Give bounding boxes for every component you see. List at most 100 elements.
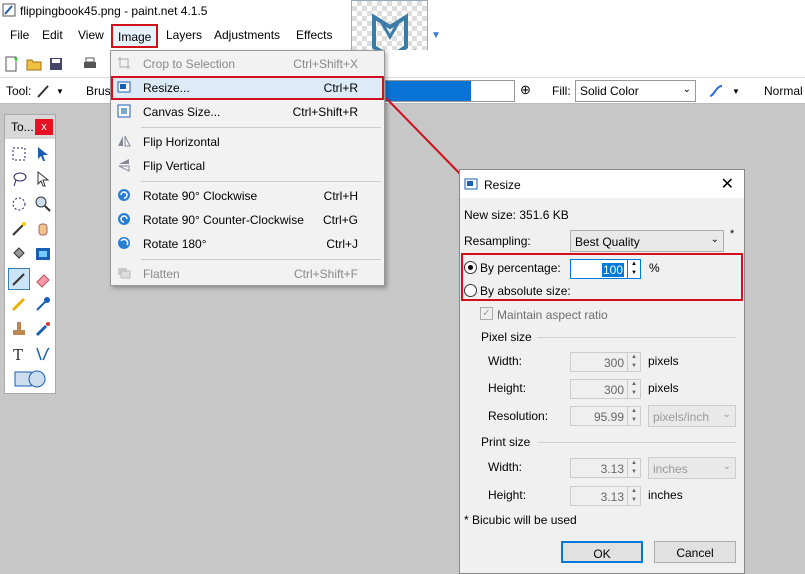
fill-select-value: Solid Color — [580, 84, 639, 98]
resampling-select[interactable]: Best Quality ⌄ — [570, 230, 724, 252]
menu-item-label: Rotate 180° — [143, 237, 207, 251]
tool-dropdown-icon[interactable]: ▼ — [56, 87, 64, 96]
height-unit: pixels — [648, 381, 679, 395]
tools-window-header[interactable]: To... x — [5, 115, 55, 139]
menu-item-shortcut: Ctrl+H — [323, 189, 358, 203]
menu-image[interactable]: Image — [111, 24, 159, 48]
print-width-spinner-icon[interactable]: ▲ ▼ — [627, 459, 640, 477]
fill-select[interactable]: Solid Color ⌄ — [575, 80, 696, 102]
menu-item-flip-horizontal[interactable]: Flip Horizontal — [111, 130, 384, 154]
menu-item-rotate-90-ccw[interactable]: Rotate 90° Counter-Clockwise Ctrl+G — [111, 208, 384, 232]
hardness-slider[interactable] — [385, 80, 515, 102]
menu-item-shortcut: Ctrl+R — [323, 81, 358, 95]
paint-bucket-icon[interactable] — [10, 245, 28, 263]
eraser-icon[interactable] — [34, 270, 52, 288]
clone-stamp-icon[interactable] — [10, 320, 28, 338]
ellipse-select-icon[interactable] — [10, 195, 28, 213]
print-icon[interactable] — [82, 56, 98, 72]
move-selected-icon[interactable] — [34, 170, 52, 188]
width-spinner-icon[interactable]: ▲ ▼ — [627, 353, 640, 371]
height-input[interactable]: 300 ▲ ▼ — [570, 379, 641, 399]
width-input[interactable]: 300 ▲ ▼ — [570, 352, 641, 372]
chevron-down-icon: ⌄ — [710, 234, 719, 245]
chevron-down-icon: ⌄ — [722, 409, 731, 420]
menu-layers[interactable]: Layers — [166, 28, 202, 42]
maintain-aspect-label: Maintain aspect ratio — [497, 308, 608, 322]
menu-adjustments[interactable]: Adjustments — [214, 28, 280, 42]
height-label: Height: — [488, 381, 527, 395]
menu-item-shortcut: Ctrl+Shift+F — [293, 267, 358, 281]
resolution-spinner-icon[interactable]: ▲ ▼ — [627, 407, 640, 425]
cancel-button[interactable]: Cancel — [654, 541, 736, 563]
menu-view[interactable]: View — [78, 28, 104, 42]
maintain-aspect-checkbox[interactable]: ✓ — [480, 307, 493, 320]
menu-item-rotate-90-cw[interactable]: Rotate 90° Clockwise Ctrl+H — [111, 184, 384, 208]
menu-edit[interactable]: Edit — [42, 28, 63, 42]
print-width-input[interactable]: 3.13 ▲ ▼ — [570, 458, 641, 478]
canvas-size-icon — [117, 104, 131, 118]
resize-icon — [117, 81, 131, 93]
print-height-spinner-icon[interactable]: ▲ ▼ — [627, 487, 640, 505]
print-unit-select[interactable]: inches ⌄ — [648, 457, 736, 479]
bicubic-footnote: * Bicubic will be used — [464, 513, 577, 527]
line-curve-icon[interactable] — [34, 345, 52, 363]
menu-item-flatten[interactable]: Flatten Ctrl+Shift+F — [111, 262, 384, 286]
gradient-icon[interactable] — [34, 245, 52, 263]
lasso-select-icon[interactable] — [10, 170, 28, 188]
new-size-text: New size: 351.6 KB — [464, 208, 569, 222]
pencil-icon[interactable] — [10, 295, 28, 313]
pan-hand-icon[interactable] — [34, 220, 52, 238]
menu-item-label: Canvas Size... — [143, 105, 221, 119]
resampling-select-value: Best Quality — [575, 235, 640, 249]
resize-dialog-titlebar[interactable]: Resize ✕ — [460, 170, 744, 198]
menu-separator — [141, 259, 381, 260]
new-file-icon[interactable] — [4, 56, 20, 72]
menu-item-rotate-180[interactable]: Rotate 180° Ctrl+J — [111, 232, 384, 256]
menu-item-resize[interactable]: Resize... Ctrl+R — [111, 76, 384, 100]
resolution-input[interactable]: 95.99 ▲ ▼ — [570, 406, 641, 426]
menu-item-label: Flatten — [143, 267, 180, 281]
chevron-down-icon: ⌄ — [682, 84, 691, 95]
menu-separator — [141, 127, 381, 128]
antialias-icon[interactable]: ⊕ — [520, 82, 531, 98]
menu-file[interactable]: File — [10, 28, 29, 42]
curve-dropdown-icon[interactable]: ▼ — [732, 87, 740, 96]
height-spinner-icon[interactable]: ▲ ▼ — [627, 380, 640, 398]
print-height-input[interactable]: 3.13 ▲ ▼ — [570, 486, 641, 506]
blend-mode-label[interactable]: Normal — [764, 84, 803, 98]
fill-label: Fill: — [552, 84, 571, 98]
resolution-value: 95.99 — [593, 410, 624, 424]
resize-dialog-icon — [464, 178, 478, 190]
menu-effects[interactable]: Effects — [296, 28, 332, 42]
menu-item-label: Resize... — [143, 81, 190, 95]
move-selection-icon[interactable] — [34, 145, 52, 163]
rectangle-select-icon[interactable] — [10, 145, 28, 163]
magic-wand-icon[interactable] — [10, 220, 28, 238]
close-icon[interactable]: x — [35, 119, 53, 135]
color-picker-icon[interactable] — [34, 295, 52, 313]
curve-icon[interactable] — [708, 83, 724, 99]
recolor-icon[interactable] — [34, 320, 52, 338]
resolution-unit-select[interactable]: pixels/inch ⌄ — [648, 405, 736, 427]
save-icon[interactable] — [48, 56, 64, 72]
menu-item-label: Rotate 90° Clockwise — [143, 189, 258, 203]
paintbrush-tool-icon[interactable] — [36, 83, 52, 99]
zoom-icon[interactable] — [34, 195, 52, 213]
resolution-unit-value: pixels/inch — [653, 410, 710, 424]
menu-item-flip-vertical[interactable]: Flip Vertical — [111, 154, 384, 178]
shapes-icon[interactable] — [13, 368, 49, 390]
paintbrush-icon[interactable] — [10, 270, 28, 288]
close-icon[interactable]: ✕ — [721, 174, 734, 194]
flip-horizontal-icon — [118, 135, 131, 147]
print-size-divider — [538, 442, 736, 443]
menu-item-canvas-size[interactable]: Canvas Size... Ctrl+Shift+R — [111, 100, 384, 124]
thumbnail-dropdown-icon[interactable]: ▼ — [431, 30, 441, 41]
text-tool-icon[interactable]: T — [10, 345, 28, 363]
flatten-icon — [118, 268, 131, 279]
ok-button[interactable]: OK — [561, 541, 643, 563]
menu-item-crop-to-selection[interactable]: Crop to Selection Ctrl+Shift+X — [111, 52, 384, 76]
crop-icon — [118, 57, 130, 69]
paintnet-app-icon — [2, 3, 16, 17]
open-file-icon[interactable] — [26, 56, 42, 72]
width-label: Width: — [488, 354, 523, 368]
